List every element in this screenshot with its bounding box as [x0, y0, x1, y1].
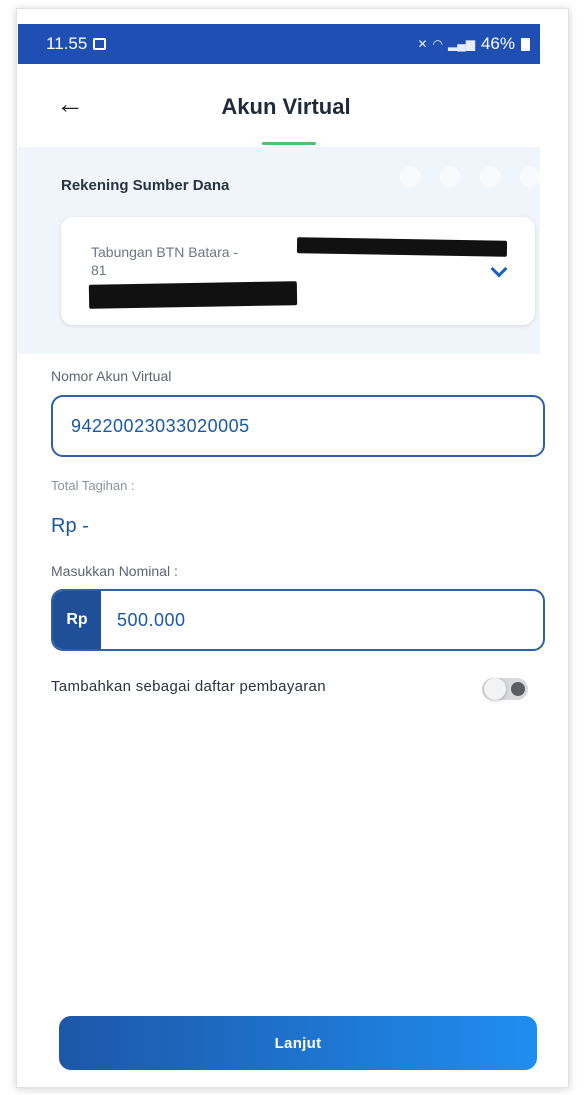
source-account-dropdown[interactable]: Tabungan BTN Batara - 81: [61, 217, 535, 325]
virtual-account-label: Nomor Akun Virtual: [51, 368, 172, 384]
source-account-label: Rekening Sumber Dana: [61, 177, 230, 194]
redaction-mark: [296, 237, 508, 257]
battery-percent: 46%: [480, 34, 515, 53]
account-name-line1: Tabungan BTN Batara -: [91, 244, 239, 260]
toggle-knob: [484, 678, 506, 700]
status-time: 11.55: [46, 34, 88, 53]
page-title: Akun Virtual: [221, 94, 351, 119]
wifi-icon: ◠: [432, 37, 443, 51]
system-icons: ✕ ◠ ▂▄▆: [417, 37, 475, 51]
currency-prefix: Rp: [53, 591, 101, 649]
nominal-label: Masukkan Nominal :: [51, 563, 178, 579]
title-underline: [262, 142, 316, 145]
status-bar: 11.55 ✕ ◠ ▂▄▆ 46%: [18, 24, 540, 64]
add-to-payment-list-label: Tambahkan sebagai daftar pembayaran: [51, 678, 326, 695]
nominal-field[interactable]: Rp 500.000: [51, 589, 545, 651]
total-bill-label: Total Tagihan :: [51, 478, 135, 493]
nominal-input[interactable]: 500.000: [101, 591, 543, 649]
add-to-payment-list-toggle[interactable]: [482, 678, 528, 700]
virtual-account-input[interactable]: 94220023033020005: [51, 395, 545, 457]
total-bill-value: Rp -: [51, 515, 89, 537]
app-header: ← Akun Virtual: [18, 64, 540, 142]
battery-icon: [521, 37, 530, 51]
redaction-mark: [88, 281, 298, 309]
signal-icon: ▂▄▆: [448, 37, 475, 51]
account-name-line2: 81: [91, 262, 107, 278]
gallery-notification-icon: [93, 38, 107, 50]
status-bar-right: ✕ ◠ ▂▄▆ 46%: [417, 34, 530, 54]
chevron-down-icon[interactable]: [490, 260, 508, 278]
toggle-indicator: [511, 682, 525, 696]
source-account-panel: Rekening Sumber Dana Tabungan BTN Batara…: [18, 147, 540, 354]
mute-icon: ✕: [417, 37, 428, 51]
continue-button[interactable]: Lanjut: [59, 1016, 537, 1070]
status-bar-left: 11.55: [46, 34, 107, 54]
account-name: Tabungan BTN Batara - 81: [91, 243, 238, 279]
